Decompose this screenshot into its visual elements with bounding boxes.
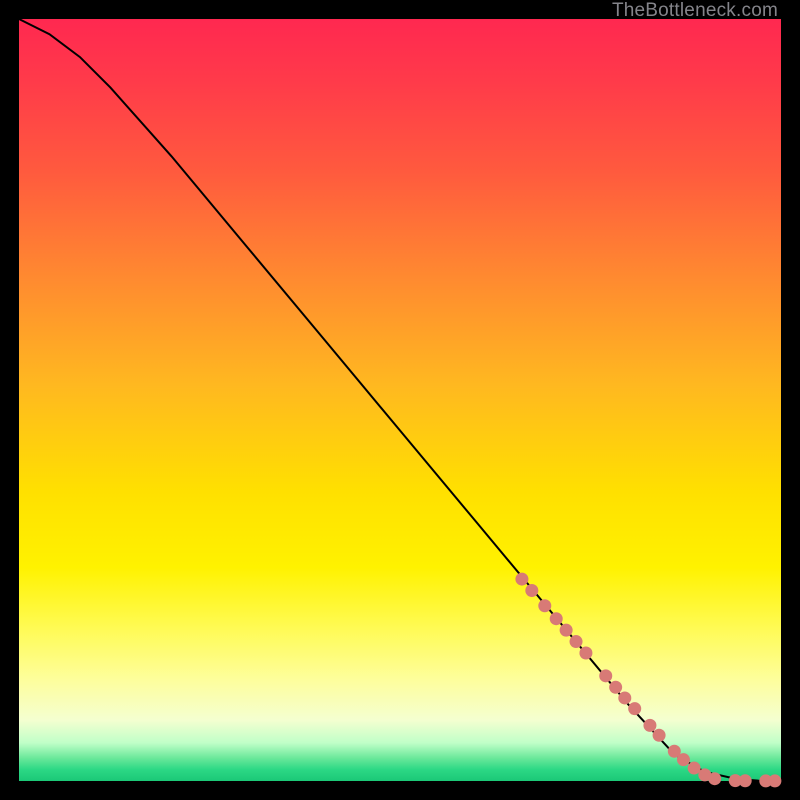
marker-dot <box>560 624 573 637</box>
marker-dot <box>538 599 551 612</box>
marker-dot <box>599 669 612 682</box>
marker-dot <box>628 702 641 715</box>
chart-stage: TheBottleneck.com <box>0 0 800 800</box>
marker-dot <box>609 681 622 694</box>
marker-dot <box>677 753 690 766</box>
curve-line <box>19 19 781 781</box>
marker-dot <box>525 584 538 597</box>
marker-dot <box>570 635 583 648</box>
marker-dot <box>653 729 666 742</box>
marker-dot <box>550 612 563 625</box>
marker-dot <box>618 691 631 704</box>
chart-svg <box>19 19 781 781</box>
marker-dot <box>515 573 528 586</box>
marker-group <box>515 573 781 788</box>
watermark-text: TheBottleneck.com <box>612 0 778 22</box>
marker-dot <box>739 774 752 787</box>
marker-dot <box>643 719 656 732</box>
marker-dot <box>708 772 721 785</box>
marker-dot <box>688 762 701 775</box>
marker-dot <box>579 646 592 659</box>
marker-dot <box>768 774 781 787</box>
plot-area <box>19 19 781 781</box>
